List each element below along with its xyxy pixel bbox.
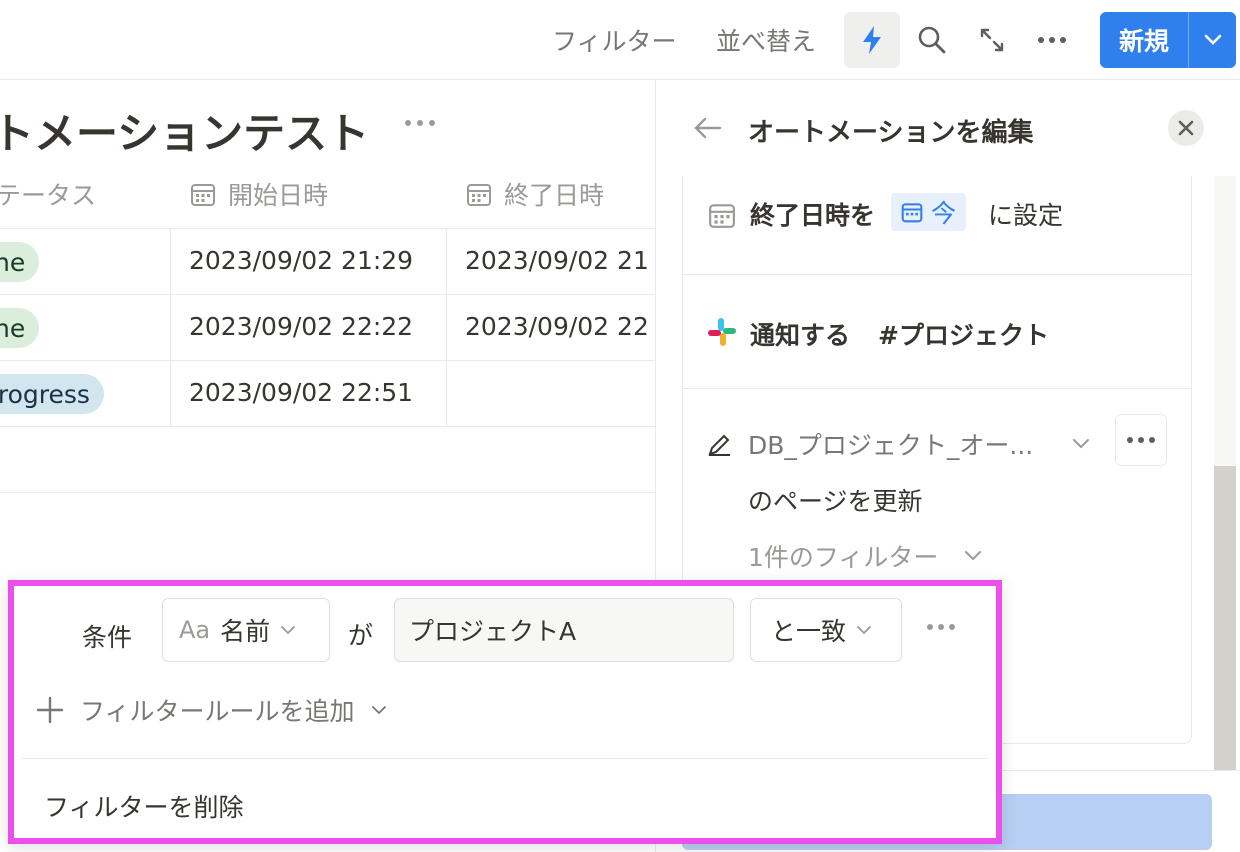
more-icon: [1127, 437, 1155, 443]
text-property-icon: Aa: [179, 616, 211, 644]
lightning-icon: [863, 26, 881, 54]
search-icon: [918, 26, 946, 54]
connector-label: が: [348, 621, 374, 650]
more-icon: [927, 624, 955, 630]
new-dropdown-button[interactable]: [1189, 12, 1236, 68]
new-button-label: 新規: [1118, 27, 1169, 56]
automation-button[interactable]: [844, 12, 900, 68]
action-more-button[interactable]: [1115, 414, 1167, 466]
column-header-start[interactable]: 開始日時: [190, 176, 328, 212]
chevron-down-icon: [1204, 34, 1221, 45]
sort-button[interactable]: 並べ替え: [716, 22, 816, 58]
status-tag: ne: [0, 242, 40, 282]
start-date-cell: 2023/09/02 22:51: [189, 378, 414, 407]
start-date-cell: 2023/09/02 21:29: [189, 246, 414, 275]
chevron-down-icon: [965, 551, 981, 561]
expand-icon: [980, 28, 1004, 52]
calendar-icon: [191, 184, 215, 206]
delete-filter-button[interactable]: フィルターを削除: [44, 788, 244, 824]
property-select[interactable]: Aa 名前: [162, 598, 330, 662]
action-set-prefix: 終了日時を: [750, 201, 876, 230]
chevron-down-icon: [1073, 439, 1089, 449]
scrollbar-thumb[interactable]: [1214, 466, 1236, 770]
column-header-status[interactable]: テータス: [0, 176, 96, 212]
filter-popover: 条件 Aa 名前 が プロジェクトA と一致 フィルタールールを追加 フィルター…: [8, 580, 1002, 844]
operator-select[interactable]: と一致: [750, 598, 902, 662]
start-date-cell: 2023/09/02 22:22: [189, 312, 414, 341]
chevron-down-icon: [281, 626, 296, 635]
add-filter-rule-button[interactable]: フィルタールールを追加: [36, 692, 387, 728]
property-name: 名前: [220, 617, 271, 646]
page-title: トメーションテスト: [0, 109, 370, 158]
target-database-select[interactable]: DB_プロジェクト_オー...: [748, 426, 1033, 462]
calendar-icon: [467, 184, 491, 206]
condition-label: 条件: [82, 623, 133, 652]
column-header-end[interactable]: 終了日時: [466, 176, 604, 212]
action-set-suffix: に設定: [988, 201, 1064, 230]
add-filter-rule-label: フィルタールールを追加: [80, 697, 355, 726]
more-icon: [1038, 37, 1066, 43]
search-button[interactable]: [904, 12, 960, 68]
filter-rule-more-button[interactable]: [926, 616, 956, 635]
panel-title: オートメーションを編集: [748, 118, 1034, 148]
filter-button[interactable]: フィルター: [552, 22, 677, 58]
action-notify-label: 通知する: [750, 321, 851, 350]
calendar-icon: [709, 204, 735, 228]
expand-button[interactable]: [964, 12, 1020, 68]
status-tag: ne: [0, 308, 40, 348]
operator-label: と一致: [771, 617, 847, 646]
end-date-cell: 2023/09/02 22: [465, 312, 649, 341]
pencil-icon: [708, 434, 730, 456]
filter-value-input[interactable]: プロジェクトA: [394, 598, 734, 662]
chevron-down-icon: [371, 706, 386, 715]
back-button[interactable]: [692, 116, 722, 144]
close-button[interactable]: [1168, 110, 1204, 146]
arrow-left-icon: [694, 117, 722, 139]
title-more-button[interactable]: [404, 112, 436, 131]
action-notify-channel: #プロジェクト: [878, 321, 1049, 350]
chevron-down-icon: [857, 626, 871, 635]
status-tag: progress: [0, 374, 104, 414]
end-date-cell: 2023/09/02 21: [465, 246, 649, 275]
calendar-icon: [901, 203, 923, 223]
more-button[interactable]: [1024, 12, 1080, 68]
plus-icon: [36, 696, 64, 724]
new-button[interactable]: 新規: [1100, 12, 1236, 68]
panel-header: オートメーションを編集: [656, 80, 1240, 176]
close-icon: [1178, 120, 1194, 136]
update-page-label: のページを更新: [748, 487, 923, 516]
slack-icon: [708, 318, 736, 346]
date-value-chip[interactable]: 今: [891, 193, 967, 231]
more-icon: [405, 120, 435, 126]
top-toolbar: フィルター 並べ替え 新規: [0, 0, 1240, 80]
filter-count-button[interactable]: 1件のフィルター: [748, 538, 938, 574]
